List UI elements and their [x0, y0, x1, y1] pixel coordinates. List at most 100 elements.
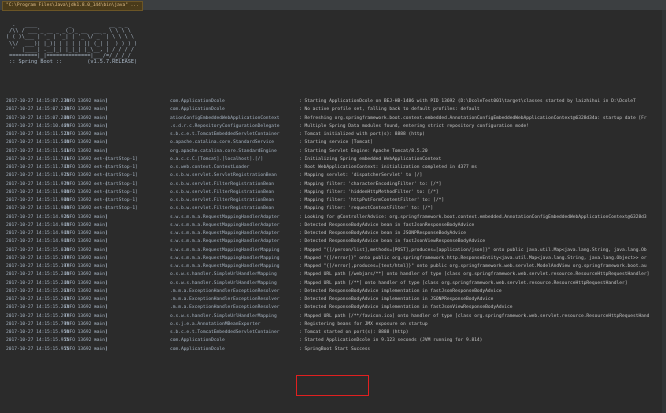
log-thread: main]	[94, 115, 108, 121]
log-logger: .m.m.a.ExceptionHandlerExceptionResolver	[170, 297, 280, 302]
log-message: : Mapping servlet: 'dispatcherServlet' t…	[299, 173, 423, 179]
log-message: : No active profile set, falling back to…	[299, 107, 480, 113]
log-message: : Detected ResponseBodyAdvice bean in fa…	[299, 239, 486, 245]
log-thread: main]	[94, 123, 108, 129]
log-timestamp: 2017-10-27 14:15:11.980	[6, 206, 69, 212]
log-message: : Starting service [Tomcat]	[299, 140, 373, 146]
log-thread: main]	[94, 264, 108, 269]
log-thread: main]	[94, 330, 108, 335]
log-message: : Registering beans for JMX exposure on …	[299, 321, 428, 327]
log-logger: s.w.s.m.m.a.RequestMappingHandlerAdapter	[170, 214, 280, 220]
log-line: 2017-10-27 14:15:10.469 INFO 13692 --- [m…	[6, 123, 666, 131]
log-message: : Detected ResponseBodyAdvice implementa…	[299, 288, 502, 294]
log-logger: org.apache.catalina.core.StandardEngine	[170, 148, 277, 154]
log-message: : Mapped "{[/error],produces=[text/html]…	[299, 264, 647, 269]
log-line: 2017-10-27 14:15:11.523 INFO 13692 --- [m…	[6, 131, 666, 139]
log-line: 2017-10-27 14:15:15.263 INFO 13692 --- [m…	[6, 304, 666, 312]
log-line: 2017-10-27 14:15:15.263 INFO 13692 --- [m…	[6, 288, 666, 296]
log-line: 2017-10-27 14:15:15.799 INFO 13692 --- [m…	[6, 321, 666, 329]
log-logger: o.apache.catalina.core.StandardService	[170, 140, 275, 146]
log-logger: s.w.s.m.m.a.RequestMappingHandlerMapping	[170, 264, 280, 269]
console-header: "C:\Program Files\Java\jdk1.8.0_144\bin\…	[0, 0, 666, 11]
log-logger: o.s.b.w.servlet.ServletRegistrationBean	[170, 173, 277, 179]
log-thread: main]	[94, 338, 108, 344]
log-thread: ost-startStop-1]	[94, 173, 138, 179]
log-message: : Mapping filter: 'httpPutFormContentFil…	[299, 198, 445, 203]
log-line: 2017-10-27 14:15:15.030 INFO 13692 --- [m…	[6, 247, 666, 255]
banner-line: . ____ _ __ _ _	[12, 22, 128, 28]
log-timestamp: 2017-10-27 14:15:11.741	[6, 156, 69, 162]
log-logger: s.w.s.m.m.a.RequestMappingHandlerAdapter	[170, 222, 280, 228]
log-logger: com.ApplicationDcole	[170, 338, 225, 344]
log-timestamp: 2017-10-27 14:15:15.240	[6, 272, 69, 278]
log-line: 2017-10-27 14:15:15.197 INFO 13692 --- [m…	[6, 255, 666, 263]
log-logger: .m.m.a.ExceptionHandlerExceptionResolver	[170, 305, 280, 311]
log-timestamp: 2017-10-27 14:15:15.263	[6, 288, 69, 294]
log-timestamp: 2017-10-27 14:15:15.240	[6, 280, 69, 286]
banner-line: =========|_|==============|___/=/_/_/_/	[9, 53, 131, 60]
log-line: 2017-10-27 14:15:11.979 INFO 13692 --- [o…	[6, 181, 666, 189]
log-message: : Starting Servlet Engine: Apache Tomcat…	[299, 148, 428, 154]
log-timestamp: 2017-10-27 14:15:15.297	[6, 313, 69, 319]
log-thread: main]	[94, 239, 108, 245]
run-console: "C:\Program Files\Java\jdk1.8.0_144\bin\…	[0, 0, 666, 413]
log-logger: s.b.c.e.t.TomcatEmbeddedServletContainer	[170, 132, 280, 137]
log-message: : Mapped "{[/error]}" onto public org.sp…	[299, 255, 647, 261]
log-thread: main]	[94, 148, 108, 154]
log-thread: ost-startStop-1]	[94, 206, 138, 212]
log-logger: com.ApplicationDcole	[170, 346, 225, 352]
log-message: : Detected ResponseBodyAdvice implementa…	[299, 305, 513, 311]
log-logger: s.w.s.m.m.a.RequestMappingHandlerAdapter	[170, 231, 280, 236]
log-timestamp: 2017-10-27 14:15:11.980	[6, 198, 69, 203]
log-line: 2017-10-27 14:15:07.280 INFO 13692 --- [m…	[6, 115, 666, 123]
log-logger: o.s.b.w.servlet.FilterRegistrationBean	[170, 206, 275, 212]
log-logger: o.a.c.c.C.[Tomcat].[localhost].[/]	[170, 156, 264, 162]
log-logger: o.s.b.w.servlet.FilterRegistrationBean	[170, 189, 275, 195]
log-line: 2017-10-27 14:15:15.240 INFO 13692 --- [m…	[6, 280, 666, 288]
log-timestamp: 2017-10-27 14:15:11.540	[6, 140, 69, 146]
log-thread: main]	[94, 346, 108, 352]
log-line: 2017-10-27 14:15:14.926 INFO 13692 --- [m…	[6, 214, 666, 222]
log-thread: main]	[94, 280, 108, 286]
log-line: 2017-10-27 14:15:11.741 INFO 13692 --- [o…	[6, 156, 666, 164]
log-logger: s.w.s.m.m.a.RequestMappingHandlerMapping	[170, 247, 280, 253]
log-timestamp: 2017-10-27 14:15:15.263	[6, 305, 69, 311]
log-line: 2017-10-27 14:15:11.980 INFO 13692 --- [o…	[6, 205, 666, 213]
log-timestamp: 2017-10-27 14:15:15.263	[6, 297, 69, 302]
log-message: : Mapping filter: 'characterEncodingFilt…	[299, 181, 442, 187]
log-message: : Looking for @ControllerAdvice: org.spr…	[299, 214, 647, 220]
log-line: 2017-10-27 14:15:14.948 INFO 13692 --- [m…	[6, 230, 666, 238]
log-timestamp: 2017-10-27 14:15:14.948	[6, 239, 69, 245]
java-command-path[interactable]: "C:\Program Files\Java\jdk1.8.0_144\bin\…	[2, 1, 143, 11]
log-timestamp: 2017-10-27 14:15:15.799	[6, 321, 69, 327]
log-timestamp: 2017-10-27 14:15:11.523	[6, 132, 69, 137]
log-message: : Detected ResponseBodyAdvice bean in fa…	[299, 222, 475, 228]
log-logger: s.w.s.m.m.a.RequestMappingHandlerMapping	[170, 255, 280, 261]
log-thread: main]	[94, 272, 108, 278]
log-line: 2017-10-27 14:15:11.980 INFO 13692 --- [o…	[6, 197, 666, 205]
log-timestamp: 2017-10-27 14:15:11.979	[6, 181, 69, 187]
success-highlight-box	[296, 375, 369, 396]
log-timestamp: 2017-10-27 14:15:11.975	[6, 173, 69, 179]
log-line: 2017-10-27 14:15:15.240 INFO 13692 --- [m…	[6, 271, 666, 279]
log-timestamp: 2017-10-27 14:15:15.955	[6, 346, 69, 352]
log-logger: o.s.web.context.ContextLoader	[170, 165, 250, 170]
spring-boot-banner: . ____ _ __ _ _ /\\ / ___'_ __ _ _(_)_ _…	[6, 22, 137, 65]
log-message: : Mapped "{[/person/list],methods=[POST]…	[299, 247, 647, 253]
log-thread: main]	[94, 231, 108, 236]
log-timestamp: 2017-10-27 14:15:07.230	[6, 107, 69, 113]
log-timestamp: 2017-10-27 14:15:11.980	[6, 189, 69, 195]
log-logger: s.b.c.e.t.TomcatEmbeddedServletContainer	[170, 330, 280, 335]
vertical-scrollbar[interactable]	[662, 10, 666, 413]
log-timestamp: 2017-10-27 14:15:14.948	[6, 231, 69, 236]
log-thread: main]	[94, 247, 108, 253]
log-line: 2017-10-27 14:15:15.955 INFO 13692 --- [m…	[6, 337, 666, 345]
log-line: 2017-10-27 14:15:11.975 INFO 13692 --- [o…	[6, 172, 666, 180]
log-timestamp: 2017-10-27 14:15:15.950	[6, 330, 69, 335]
log-timestamp: 2017-10-27 14:15:15.955	[6, 338, 69, 344]
log-message: : Refreshing org.springframework.boot.co…	[299, 115, 647, 121]
log-thread: main]	[94, 305, 108, 311]
log-thread: main]	[94, 214, 108, 220]
log-thread: main]	[94, 107, 108, 113]
log-message: : Starting ApplicationDcole on BEJ-HB-14…	[299, 99, 636, 104]
